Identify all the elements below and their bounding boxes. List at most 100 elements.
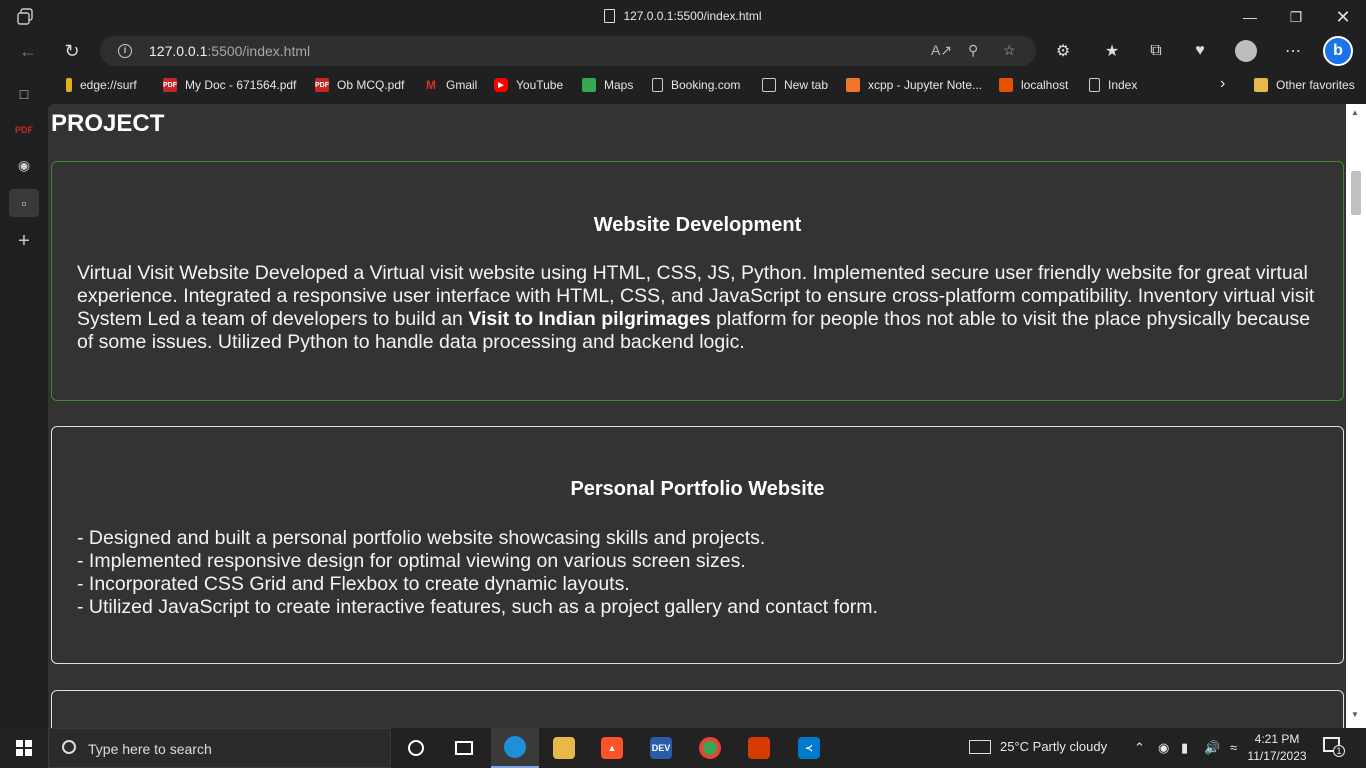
favorite-label: Booking.com bbox=[671, 78, 741, 92]
favorite-label: xcpp - Jupyter Note... bbox=[868, 78, 983, 92]
profile-avatar[interactable] bbox=[1235, 40, 1257, 62]
read-aloud-icon[interactable]: A↗ bbox=[931, 42, 952, 59]
more-options-icon[interactable]: ⋯ bbox=[1279, 38, 1307, 64]
favorite-item[interactable]: Maps bbox=[582, 78, 633, 92]
localhost-icon bbox=[999, 78, 1013, 92]
devcpp-icon[interactable]: DEV bbox=[637, 728, 685, 768]
notification-center-icon[interactable]: 1 bbox=[1323, 737, 1345, 757]
wifi-icon[interactable]: ≈ bbox=[1230, 740, 1237, 755]
site-info-icon[interactable]: i bbox=[118, 44, 132, 58]
weather-widget[interactable]: 25°C Partly cloudy bbox=[969, 739, 1107, 754]
page-icon bbox=[1089, 78, 1100, 92]
close-button[interactable]: ✕ bbox=[1320, 0, 1366, 34]
newtab-icon bbox=[762, 78, 776, 92]
refresh-button[interactable]: ↻ bbox=[57, 38, 87, 64]
favorite-label: Gmail bbox=[446, 78, 478, 92]
more-favorites-chevron-icon[interactable]: › bbox=[1220, 75, 1225, 93]
clock-date: 11/17/2023 bbox=[1247, 749, 1307, 763]
favorite-item[interactable]: M Gmail bbox=[424, 78, 477, 92]
restore-button[interactable]: ❐ bbox=[1273, 0, 1319, 34]
tab-actions-icon[interactable]: □ bbox=[12, 82, 36, 106]
clock-time: 4:21 PM bbox=[1254, 732, 1300, 746]
cortana-icon[interactable] bbox=[392, 728, 440, 768]
description-line: - Implemented responsive design for opti… bbox=[77, 550, 746, 572]
pdf-icon: PDF bbox=[163, 78, 177, 92]
favorites-bar: edge://surf PDF My Doc - 671564.pdf PDF Ob… bbox=[0, 68, 1366, 104]
weather-text: 25°C Partly cloudy bbox=[1000, 739, 1108, 754]
github-tab-icon[interactable]: ◉ bbox=[12, 153, 36, 177]
other-favorites-folder[interactable]: Other favorites bbox=[1254, 78, 1355, 92]
surf-icon bbox=[66, 78, 72, 92]
show-hidden-icons-chevron-icon[interactable]: ⌃ bbox=[1134, 740, 1145, 756]
taskbar-clock[interactable]: 4:21 PM 11/17/2023 bbox=[1246, 731, 1308, 765]
pdf-icon: PDF bbox=[315, 78, 329, 92]
meet-icon[interactable]: ◉ bbox=[1158, 740, 1169, 756]
project-description: - Designed and built a personal portfoli… bbox=[77, 527, 1318, 619]
extensions-icon[interactable]: ⚙ bbox=[1049, 38, 1077, 64]
page-icon bbox=[652, 78, 663, 92]
new-tab-plus-icon[interactable]: + bbox=[12, 229, 36, 253]
address-url[interactable]: 127.0.0.1:5500/index.html bbox=[149, 43, 310, 59]
project-title: Website Development bbox=[593, 214, 802, 236]
volume-icon[interactable]: 🔊 bbox=[1204, 740, 1220, 756]
weather-icon bbox=[969, 740, 991, 754]
favorite-item[interactable]: ▶ YouTube bbox=[494, 78, 563, 92]
battery-icon[interactable]: ▮ bbox=[1181, 740, 1188, 756]
task-view-icon[interactable] bbox=[440, 728, 488, 768]
project-description: Virtual Visit Website Developed a Virtua… bbox=[77, 262, 1318, 354]
window-titlebar: 127.0.0.1:5500/index.html — ❐ ✕ bbox=[0, 0, 1366, 34]
favorite-label: Ob MCQ.pdf bbox=[337, 78, 405, 92]
favorite-item[interactable]: Index bbox=[1089, 78, 1137, 92]
pdf-tab-icon[interactable]: PDF bbox=[12, 118, 36, 142]
description-line: - Utilized JavaScript to create interact… bbox=[77, 596, 878, 618]
favorite-item[interactable]: edge://surf bbox=[66, 78, 137, 92]
youtube-icon: ▶ bbox=[494, 78, 508, 92]
minimize-button[interactable]: — bbox=[1227, 0, 1273, 34]
project-card bbox=[51, 690, 1344, 728]
favorite-item[interactable]: PDF Ob MCQ.pdf bbox=[315, 78, 404, 92]
window-title: 127.0.0.1:5500/index.html bbox=[0, 9, 1366, 23]
scroll-down-icon[interactable]: ▼ bbox=[1351, 710, 1359, 719]
url-host: 127.0.0.1 bbox=[149, 43, 208, 59]
browser-essentials-icon[interactable]: ♥ bbox=[1186, 38, 1214, 64]
favorite-label: localhost bbox=[1021, 78, 1069, 92]
add-favorite-icon[interactable]: ☆ bbox=[1003, 42, 1016, 59]
gmail-icon: M bbox=[426, 78, 436, 92]
scrollbar-thumb[interactable] bbox=[1351, 171, 1361, 215]
scroll-up-icon[interactable]: ▲ bbox=[1351, 108, 1359, 117]
page-viewport: PROJECT Website Development Virtual Visi… bbox=[48, 104, 1366, 728]
favorite-item[interactable]: PDF My Doc - 671564.pdf bbox=[163, 78, 296, 92]
chrome-icon[interactable] bbox=[686, 728, 734, 768]
bing-copilot-icon[interactable]: b bbox=[1323, 36, 1353, 66]
favorite-item[interactable]: xcpp - Jupyter Note... bbox=[846, 78, 982, 92]
edge-taskbar-icon[interactable] bbox=[491, 728, 539, 768]
taskbar-search-box[interactable]: Type here to search bbox=[48, 728, 391, 768]
back-button[interactable]: ← bbox=[13, 38, 43, 64]
brave-icon[interactable]: ▲ bbox=[588, 728, 636, 768]
url-path: :5500/index.html bbox=[207, 43, 311, 59]
favorite-label: Maps bbox=[604, 78, 634, 92]
address-bar[interactable]: i 127.0.0.1:5500/index.html A↗ ⚲ ☆ bbox=[100, 36, 1036, 66]
collections-icon[interactable]: ⧉ bbox=[1142, 38, 1170, 64]
windows-start-icon[interactable] bbox=[0, 728, 48, 768]
file-explorer-icon[interactable] bbox=[540, 728, 588, 768]
taskbar: Type here to search ▲ DEV ≺ 25°C Partly … bbox=[0, 728, 1366, 768]
vscode-icon[interactable]: ≺ bbox=[785, 728, 833, 768]
folder-icon bbox=[1254, 78, 1268, 92]
description-line: - Incorporated CSS Grid and Flexbox to c… bbox=[77, 573, 630, 595]
page-scrollbar[interactable]: ▲ ▼ bbox=[1346, 104, 1366, 728]
jupyter-icon bbox=[846, 78, 860, 92]
page-icon bbox=[604, 9, 616, 23]
favorite-item[interactable]: localhost bbox=[999, 78, 1068, 92]
favorite-item[interactable]: Booking.com bbox=[652, 78, 740, 92]
project-card: Personal Portfolio Website - Designed an… bbox=[51, 426, 1344, 664]
favorite-label: YouTube bbox=[516, 78, 564, 92]
favorites-icon[interactable]: ★ bbox=[1098, 38, 1126, 64]
description-line: - Designed and built a personal portfoli… bbox=[77, 527, 766, 549]
office-icon[interactable] bbox=[735, 728, 783, 768]
zoom-icon[interactable]: ⚲ bbox=[968, 42, 978, 59]
favorite-label: Index bbox=[1108, 78, 1138, 92]
favorite-item[interactable]: New tab bbox=[762, 78, 828, 92]
page-heading: PROJECT bbox=[51, 110, 165, 137]
active-tab-page-icon[interactable]: ▫ bbox=[9, 189, 39, 217]
